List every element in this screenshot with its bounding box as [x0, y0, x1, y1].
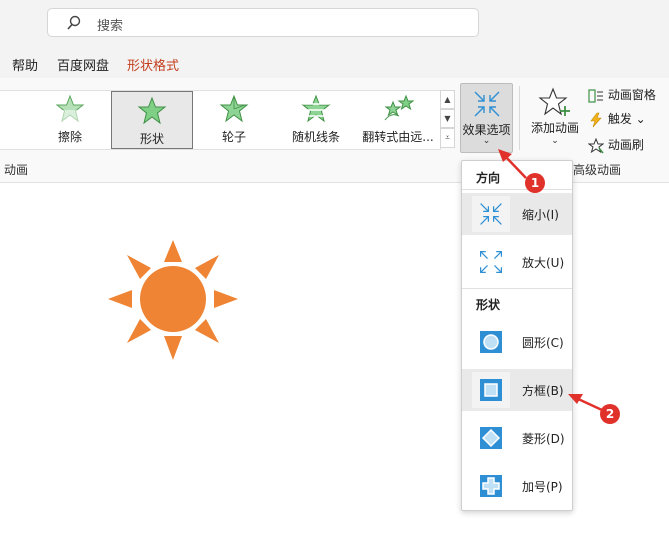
chevron-down-icon: ⌄: [551, 136, 559, 146]
animation-pane-label: 动画窗格: [607, 88, 656, 102]
diamond-shape-icon: [472, 420, 510, 456]
gallery-scroll-up[interactable]: ▲: [440, 90, 455, 109]
effect-options-menu: 方向 缩小(I) 放大(U) 形状 圆形(C) 方框(B) 菱形(D) 加号(P…: [461, 160, 573, 511]
circle-shape-icon: [472, 324, 510, 360]
animation-label: 随机线条: [291, 130, 340, 144]
animation-wheel[interactable]: 轮子: [194, 94, 274, 150]
menu-divider: [462, 189, 572, 190]
tab-shape-format[interactable]: 形状格式: [127, 55, 179, 74]
animation-label: 擦除: [57, 130, 82, 144]
animation-label: 形状: [139, 132, 164, 146]
group-label-animation: 动画: [4, 163, 29, 177]
effect-options-button[interactable]: 效果选项 ⌄: [460, 83, 513, 153]
animation-pane-button[interactable]: 动画窗格: [588, 86, 656, 106]
menu-item-shrink[interactable]: 缩小(I): [462, 193, 572, 235]
menu-item-diamond[interactable]: 菱形(D): [462, 417, 572, 459]
shape-header: 形状: [476, 298, 501, 312]
animation-random-bars[interactable]: 随机线条: [276, 94, 356, 150]
direction-header: 方向: [476, 171, 501, 185]
menu-item-label: 放大(U): [522, 256, 565, 270]
group-separator: [519, 86, 520, 150]
tab-help[interactable]: 帮助: [12, 55, 38, 74]
plus-shape-icon: [472, 468, 510, 504]
tab-baidu-netdisk[interactable]: 百度网盘: [57, 55, 109, 74]
menu-item-label: 菱形(D): [522, 432, 565, 446]
search-box[interactable]: 搜索: [47, 8, 479, 37]
animation-label: 翻转式由远...: [362, 130, 434, 144]
animation-wipe[interactable]: 擦除: [30, 94, 110, 150]
menu-item-expand[interactable]: 放大(U): [462, 241, 572, 283]
callout-badge-1: 1: [525, 173, 545, 193]
star-icon: [301, 94, 331, 123]
group-label-advanced-animation: 高级动画: [573, 163, 622, 177]
animation-pane-icon: [588, 88, 603, 103]
add-star-icon: [538, 87, 570, 116]
animation-painter-label: 动画刷: [607, 138, 644, 152]
expand-arrows-icon: [472, 244, 510, 280]
animation-shape[interactable]: 形状: [111, 91, 193, 149]
gallery-scroll-down[interactable]: ▼: [440, 109, 455, 128]
menu-item-label: 圆形(C): [522, 336, 564, 350]
shrink-arrows-icon: [472, 196, 510, 232]
sun-shape[interactable]: [120, 250, 226, 356]
menu-item-plus[interactable]: 加号(P): [462, 465, 572, 507]
add-animation-label: 添加动画: [530, 121, 579, 135]
add-animation-button[interactable]: 添加动画 ⌄: [527, 84, 583, 154]
star-icon: [55, 94, 85, 123]
search-icon: [66, 15, 82, 34]
star-icon: [137, 96, 167, 125]
trigger-button[interactable]: 触发 ⌄: [588, 110, 646, 130]
animation-flip-from-far[interactable]: 翻转式由远...: [358, 94, 438, 150]
menu-item-box[interactable]: 方框(B): [462, 369, 572, 411]
menu-divider: [462, 288, 572, 289]
animation-painter-icon: [587, 137, 605, 153]
search-placeholder: 搜索: [97, 19, 124, 34]
trigger-label: 触发 ⌄: [607, 112, 646, 126]
lightning-icon: [590, 112, 602, 127]
menu-item-label: 加号(P): [522, 480, 563, 494]
menu-item-circle[interactable]: 圆形(C): [462, 321, 572, 363]
box-shape-icon: [472, 372, 510, 408]
menu-item-label: 缩小(I): [522, 208, 559, 222]
animation-label: 轮子: [221, 130, 246, 144]
callout-badge-2: 2: [600, 404, 620, 424]
gallery-more[interactable]: ⩡: [440, 128, 455, 148]
animation-painter-button[interactable]: 动画刷: [587, 136, 644, 156]
star-icon: [219, 94, 249, 123]
menu-item-label: 方框(B): [522, 384, 564, 398]
shrink-arrows-icon: [474, 91, 499, 117]
flip-stars-icon: [384, 94, 415, 121]
